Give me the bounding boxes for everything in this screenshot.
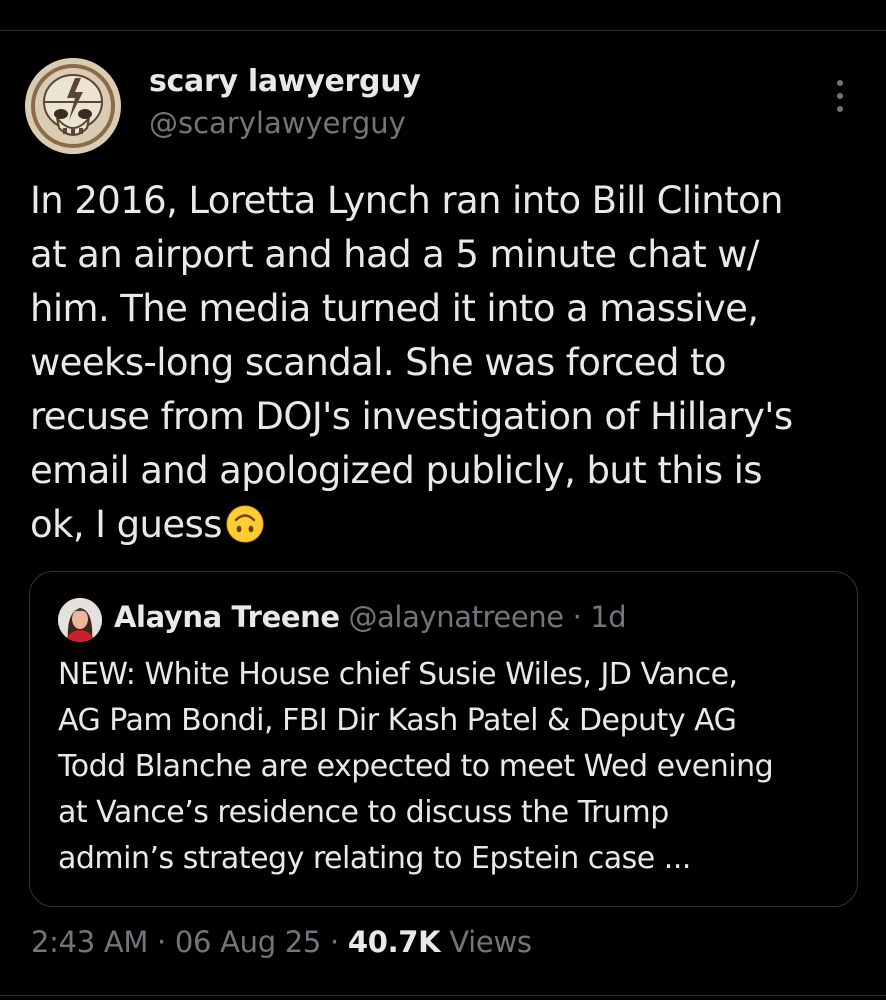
tweet-text-line-last: ok, I guess: [30, 498, 860, 552]
quoted-author-name[interactable]: Alayna Treene: [114, 600, 340, 634]
steal-your-face-skull-icon: [25, 58, 121, 154]
quoted-text-line: at Vance’s residence to discuss the Trum…: [58, 795, 669, 830]
tweet-text-line: email and apologized publicly, but this …: [30, 449, 763, 492]
quoted-text-line: admin’s strategy relating to Epstein cas…: [58, 841, 691, 876]
tweet-text-line: weeks-long scandal. She was forced to: [30, 341, 727, 384]
meta-separator: ·: [329, 925, 339, 959]
tweet-text-line: In 2016, Loretta Lynch ran into Bill Cli…: [30, 179, 784, 222]
author-handle[interactable]: @scarylawyerguy: [149, 106, 406, 140]
bottom-divider: [0, 995, 886, 996]
quoted-author-avatar[interactable]: [58, 598, 102, 642]
more-options-icon-dot: [837, 93, 843, 99]
more-options-icon: [837, 80, 843, 86]
meta-separator: ·: [157, 925, 166, 959]
views-count: 40.7K: [347, 925, 441, 959]
tweet-text-line: recuse from DOJ's investigation of Hilla…: [30, 395, 793, 438]
tweet-date[interactable]: 06 Aug 25: [175, 925, 321, 959]
top-divider: [0, 30, 886, 31]
quoted-timestamp[interactable]: 1d: [590, 600, 626, 634]
more-options-button[interactable]: [826, 78, 854, 114]
tweet-metadata: 2:43 AM · 06 Aug 25 · 40.7K Views: [31, 925, 532, 959]
quoted-tweet-header: Alayna Treene @alaynatreene · 1d: [114, 600, 627, 634]
more-options-icon-dot: [837, 106, 843, 112]
quoted-tweet-text: NEW: White House chief Susie Wiles, JD V…: [58, 652, 848, 882]
tweet-text: In 2016, Loretta Lynch ran into Bill Cli…: [30, 174, 860, 552]
quoted-text-line: NEW: White House chief Susie Wiles, JD V…: [58, 657, 738, 692]
tweet-text-line: ok, I guess: [30, 503, 223, 546]
quoted-tweet-card[interactable]: Alayna Treene @alaynatreene · 1d NEW: Wh…: [29, 571, 858, 907]
tweet-time[interactable]: 2:43 AM: [31, 925, 148, 959]
tweet-text-line: him. The media turned it into a massive,: [30, 287, 759, 330]
quoted-author-handle[interactable]: @alaynatreene: [348, 600, 564, 634]
quoted-text-line: AG Pam Bondi, FBI Dir Kash Patel & Deput…: [58, 703, 737, 738]
author-avatar[interactable]: [25, 58, 121, 154]
upside-down-face-emoji-icon: [226, 505, 264, 543]
quoted-text-line: Todd Blanche are expected to meet Wed ev…: [58, 749, 774, 784]
author-display-name[interactable]: scary lawyerguy: [149, 64, 421, 99]
views-label: Views: [449, 925, 532, 959]
quoted-separator: ·: [572, 600, 582, 634]
quoted-author-avatar-icon: [58, 598, 102, 642]
tweet-text-line: at an airport and had a 5 minute chat w/: [30, 233, 759, 276]
